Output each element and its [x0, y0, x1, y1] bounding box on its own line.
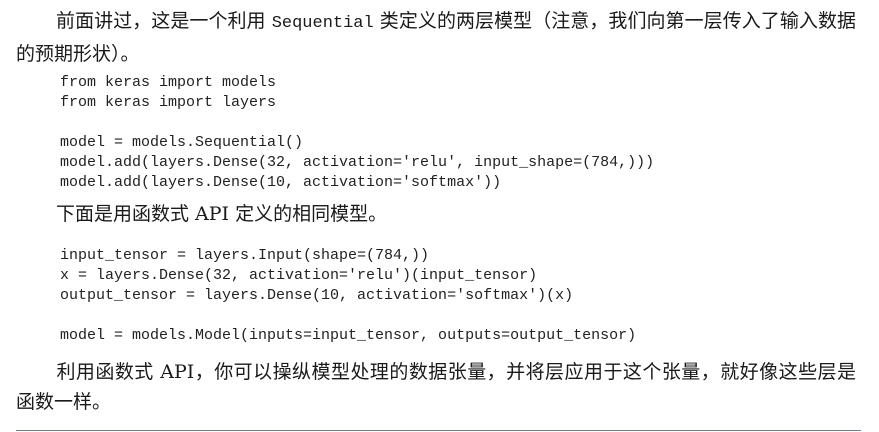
code-line: from keras import models [60, 74, 277, 91]
code-block-sequential: from keras import models from keras impor… [60, 73, 654, 193]
intro-paragraph: 前面讲过，这是一个利用 Sequential 类定义的两层模型（注意，我们向第一… [16, 6, 856, 69]
bottom-divider [16, 430, 861, 431]
code-line: output_tensor = layers.Dense(10, activat… [60, 287, 574, 304]
code-line: model.add(layers.Dense(10, activation='s… [60, 174, 502, 191]
code-line: from keras import layers [60, 94, 277, 111]
code-line: x = layers.Dense(32, activation='relu')(… [60, 267, 538, 284]
middle-paragraph: 下面是用函数式 API 定义的相同模型。 [16, 199, 856, 229]
code-line: model = models.Model(inputs=input_tensor… [60, 327, 637, 344]
code-line: input_tensor = layers.Input(shape=(784,)… [60, 247, 430, 264]
intro-text-part1: 前面讲过，这是一个利用 [56, 10, 272, 32]
inline-code-sequential: Sequential [271, 14, 374, 33]
closing-paragraph: 利用函数式 API，你可以操纵模型处理的数据张量，并将层应用于这个张量，就好像这… [16, 357, 856, 417]
book-page: 前面讲过，这是一个利用 Sequential 类定义的两层模型（注意，我们向第一… [0, 0, 879, 432]
code-line: model = models.Sequential() [60, 134, 304, 151]
closing-text: 利用函数式 API，你可以操纵模型处理的数据张量，并将层应用于这个张量，就好像这… [16, 361, 856, 413]
code-block-functional-api: input_tensor = layers.Input(shape=(784,)… [60, 246, 636, 346]
code-line: model.add(layers.Dense(32, activation='r… [60, 154, 655, 171]
middle-text: 下面是用函数式 API 定义的相同模型。 [56, 203, 388, 225]
